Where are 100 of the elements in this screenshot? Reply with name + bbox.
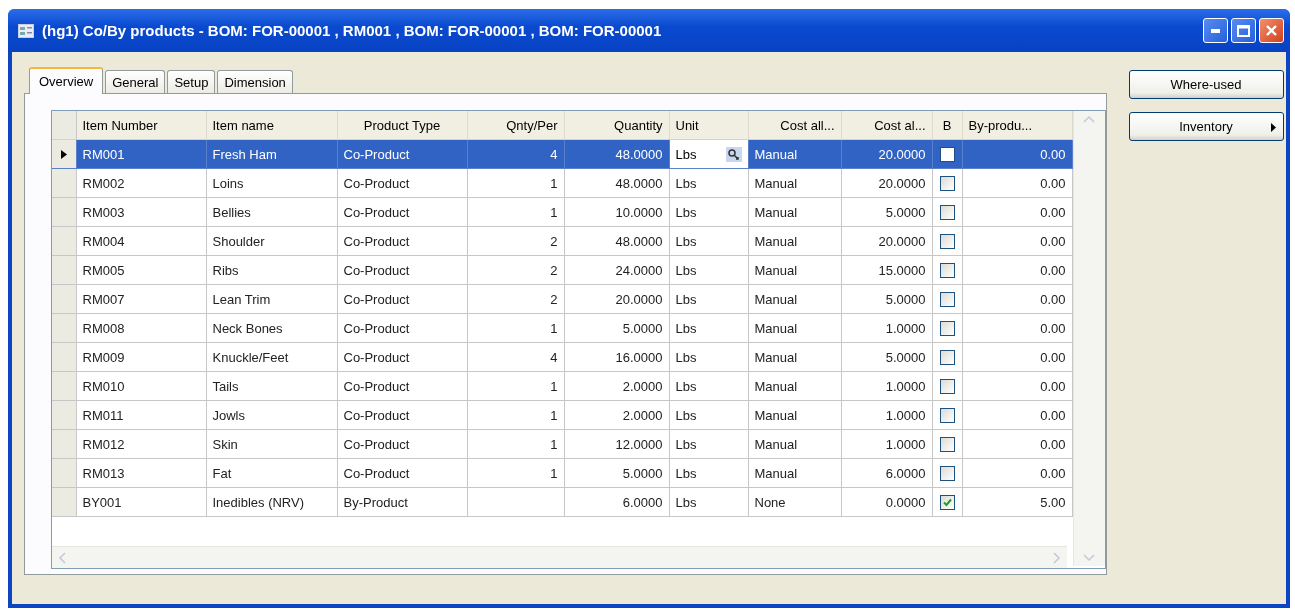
table-row[interactable]: RM001 Fresh Ham Co-Product 4 48.0000 Lbs Manual 20.0000 0.00 — [52, 139, 1072, 169]
table-cell: Lbs — [669, 226, 748, 256]
table-cell: 5.0000 — [841, 197, 932, 227]
table-cell: 0.00 — [962, 458, 1072, 488]
column-header[interactable]: Unit — [669, 111, 748, 140]
table-cell: 5.0000 — [564, 458, 669, 488]
checkbox[interactable] — [939, 321, 955, 337]
unit-value: Lbs — [675, 146, 697, 162]
table-cell: 1 — [467, 458, 564, 488]
minimize-button[interactable] — [1203, 18, 1228, 43]
table-row[interactable]: RM012 Skin Co-Product 1 12.0000 Lbs Manual 1.0000 0.00 — [52, 429, 1072, 459]
table-cell: Co-Product — [337, 342, 467, 372]
maximize-button[interactable] — [1231, 18, 1256, 43]
table-cell: Lbs — [669, 342, 748, 372]
checkbox[interactable] — [939, 408, 955, 424]
checkbox[interactable] — [939, 437, 955, 453]
table-cell: 1.0000 — [841, 429, 932, 459]
table-cell: 20.0000 — [841, 168, 932, 198]
unit-field[interactable]: Lbs — [669, 139, 748, 169]
checkbox[interactable] — [939, 176, 955, 192]
table-cell: 1.0000 — [841, 371, 932, 401]
table-cell: 6.0000 — [841, 458, 932, 488]
table-row[interactable]: RM008 Neck Bones Co-Product 1 5.0000 Lbs Manual 1.0000 0.00 — [52, 313, 1072, 343]
column-header[interactable]: Cost all... — [748, 111, 841, 140]
table-row[interactable]: BY001 Inedibles (NRV) By-Product 6.0000 Lbs None 0.0000 5.00 — [52, 487, 1072, 517]
table-cell: 2.0000 — [564, 371, 669, 401]
table-cell: Co-Product — [337, 226, 467, 256]
table-cell: Fresh Ham — [206, 139, 337, 169]
table-cell: 24.0000 — [564, 255, 669, 285]
column-header[interactable]: Product Type — [337, 111, 467, 140]
column-header[interactable]: Qnty/Per — [467, 111, 564, 140]
maximize-icon — [1237, 24, 1250, 37]
table-cell: 2 — [467, 284, 564, 314]
column-header[interactable]: Item Number — [76, 111, 206, 140]
table-cell: Skin — [206, 429, 337, 459]
table-cell: 1 — [467, 400, 564, 430]
checkbox[interactable] — [939, 379, 955, 395]
table-row[interactable]: RM005 Ribs Co-Product 2 24.0000 Lbs Manual 15.0000 0.00 — [52, 255, 1072, 285]
table-row[interactable]: RM011 Jowls Co-Product 1 2.0000 Lbs Manual 1.0000 0.00 — [52, 400, 1072, 430]
menu-button[interactable]: Inventory — [1128, 112, 1284, 141]
table-row[interactable]: RM002 Loins Co-Product 1 48.0000 Lbs Manual 20.0000 0.00 — [52, 168, 1072, 198]
table-cell: Lbs — [669, 197, 748, 227]
table-cell: Neck Bones — [206, 313, 337, 343]
checkbox[interactable] — [939, 350, 955, 366]
table-cell: 0.00 — [962, 429, 1072, 459]
table-cell: Inedibles (NRV) — [206, 487, 337, 517]
column-header[interactable]: B — [932, 111, 962, 140]
table-cell: RM003 — [76, 197, 206, 227]
table-cell: 16.0000 — [564, 342, 669, 372]
table-row[interactable]: RM003 Bellies Co-Product 1 10.0000 Lbs Manual 5.0000 0.00 — [52, 197, 1072, 227]
table-cell: Lbs — [669, 371, 748, 401]
checkbox[interactable] — [939, 263, 955, 279]
table-cell: Fat — [206, 458, 337, 488]
table-cell: Bellies — [206, 197, 337, 227]
tab[interactable]: General — [105, 70, 166, 93]
table-cell: 20.0000 — [841, 226, 932, 256]
table-cell: 4 — [467, 139, 564, 169]
column-header[interactable]: Cost al... — [841, 111, 932, 140]
table-cell: Co-Product — [337, 197, 467, 227]
table-row[interactable]: RM013 Fat Co-Product 1 5.0000 Lbs Manual 6.0000 0.00 — [52, 458, 1072, 488]
table-cell: 1 — [467, 371, 564, 401]
table-cell: 0.00 — [962, 197, 1072, 227]
table-cell: Manual — [748, 458, 841, 488]
table-cell: 0.00 — [962, 371, 1072, 401]
table-cell: 0.00 — [962, 168, 1072, 198]
table-cell: RM009 — [76, 342, 206, 372]
checkbox[interactable] — [939, 466, 955, 482]
minimize-icon — [1211, 28, 1220, 33]
column-header[interactable]: Item name — [206, 111, 337, 140]
table-cell: Co-Product — [337, 284, 467, 314]
window-title: (hg1) Co/By products - BOM: FOR-00001 , RM001 , BOM: FOR-00001 , BOM: FOR-00001 — [42, 22, 663, 39]
table-cell: Co-Product — [337, 139, 467, 169]
button[interactable]: Where-used — [1128, 70, 1284, 99]
checkbox[interactable] — [939, 495, 955, 511]
tab[interactable]: Dimension — [217, 70, 293, 93]
column-header[interactable]: Quantity — [564, 111, 669, 140]
table-cell: Jowls — [206, 400, 337, 430]
tab[interactable]: Setup — [167, 70, 216, 93]
table-cell: Lbs — [669, 168, 748, 198]
table-cell: RM013 — [76, 458, 206, 488]
table-cell: 1 — [467, 197, 564, 227]
tab[interactable]: Overview — [29, 67, 104, 94]
table-row[interactable]: RM007 Lean Trim Co-Product 2 20.0000 Lbs Manual 5.0000 0.00 — [52, 284, 1072, 314]
column-header[interactable]: By-produ... — [962, 111, 1072, 140]
checkbox[interactable] — [939, 292, 955, 308]
table-cell: 0.00 — [962, 342, 1072, 372]
table-cell: 0.00 — [962, 226, 1072, 256]
table-cell: RM002 — [76, 168, 206, 198]
table-row[interactable]: RM009 Knuckle/Feet Co-Product 4 16.0000 Lbs Manual 5.0000 0.00 — [52, 342, 1072, 372]
table-row[interactable]: RM010 Tails Co-Product 1 2.0000 Lbs Manual 1.0000 0.00 — [52, 371, 1072, 401]
table-cell: 0.0000 — [841, 487, 932, 517]
table-cell: Manual — [748, 197, 841, 227]
table-cell: 48.0000 — [564, 139, 669, 169]
checkbox[interactable] — [939, 147, 955, 163]
checkbox[interactable] — [939, 205, 955, 221]
checkbox[interactable] — [939, 234, 955, 250]
lookup-icon[interactable] — [725, 146, 742, 162]
close-button[interactable] — [1259, 18, 1284, 43]
table-cell: Lbs — [669, 313, 748, 343]
table-row[interactable]: RM004 Shoulder Co-Product 2 48.0000 Lbs Manual 20.0000 0.00 — [52, 226, 1072, 256]
